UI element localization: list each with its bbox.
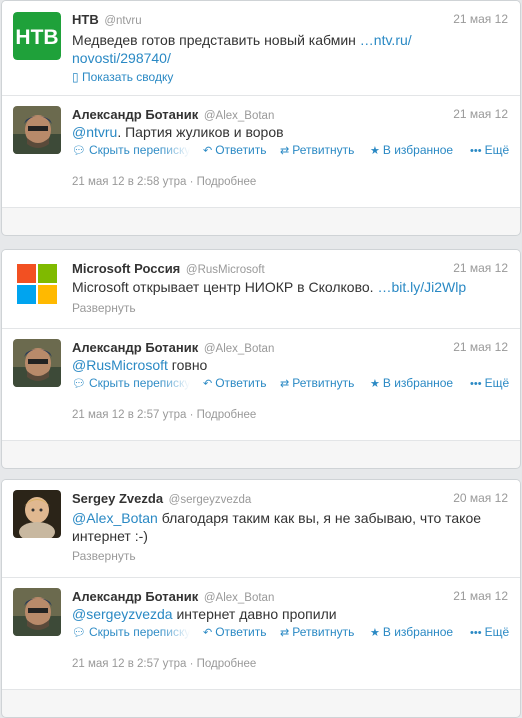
tweet-text: @Alex_Botan благодаря таким как вы, я не… <box>72 510 482 544</box>
more-dots-icon: ••• <box>470 378 482 390</box>
mention-link[interactable]: @sergeyzvezda <box>72 606 173 622</box>
timestamp-link[interactable]: 21 мая 12 в 2:57 утра <box>72 658 186 670</box>
more-button[interactable]: ••• Ещё <box>470 376 509 390</box>
tweet-timestamp: 21 мая 12 в 2:57 утра · Подробнее <box>72 658 257 670</box>
mention-link[interactable]: @ntvru <box>72 124 117 140</box>
conversation-ntv: НТВ НТВ @ntvru 21 мая 12 Медведев готов … <box>1 0 521 236</box>
retweet-button[interactable]: ⇄ Ретвитнуть <box>280 625 354 639</box>
retweet-button[interactable]: ⇄ Ретвитнуть <box>280 376 354 390</box>
author-name[interactable]: Александр Ботаник <box>72 340 198 355</box>
tweet-actions: 💬︎ Скрыть переписку ↶ Ответить ⇄ Ретвитнуть… <box>72 376 509 394</box>
details-link[interactable]: Подробнее <box>197 176 257 188</box>
mention-link[interactable]: @Alex_Botan <box>72 510 158 526</box>
more-dots-icon: ••• <box>470 627 482 639</box>
avatar-alex-botan[interactable] <box>13 339 61 387</box>
speech-bubble-icon: 💬︎ <box>72 145 86 157</box>
reply-arrow-icon: ↶ <box>203 145 213 157</box>
avatar-sergey-zvezda[interactable] <box>13 490 61 538</box>
tweet-ntv[interactable]: НТВ НТВ @ntvru 21 мая 12 Медведев готов … <box>2 1 520 96</box>
svg-text:НТВ: НТВ <box>15 26 58 49</box>
hide-conversation-button[interactable]: 💬︎ Скрыть переписку <box>72 143 190 157</box>
author-handle[interactable]: @Alex_Botan <box>204 110 275 122</box>
details-link[interactable]: Подробнее <box>197 658 257 670</box>
tweet-reply-microsoft[interactable]: Александр Ботаник @Alex_Botan 21 мая 12 … <box>2 329 520 441</box>
reply-button[interactable]: ↶ Ответить <box>203 143 267 157</box>
tweet-actions: 💬︎ Скрыть переписку ↶ Ответить ⇄ Ретвитнуть… <box>72 625 509 643</box>
hide-conversation-button[interactable]: 💬︎ Скрыть переписку <box>72 376 190 390</box>
show-summary-link[interactable]: ▯ Показать сводку <box>72 70 173 84</box>
tweet-text: @RusMicrosoft говно <box>72 357 208 373</box>
retweet-button[interactable]: ⇄ Ретвитнуть <box>280 143 354 157</box>
mention-link[interactable]: @RusMicrosoft <box>72 357 168 373</box>
tweet-date[interactable]: 20 мая 12 <box>453 491 508 505</box>
avatar-alex-botan[interactable] <box>13 588 61 636</box>
author-handle[interactable]: @Alex_Botan <box>204 592 275 604</box>
tweet-date[interactable]: 21 мая 12 <box>453 340 508 354</box>
ntv-logo-icon[interactable]: НТВ <box>13 12 61 60</box>
reply-arrow-icon: ↶ <box>203 378 213 390</box>
conversation-sergey: Sergey Zvezda @sergeyzvezda 20 мая 12 @A… <box>1 479 521 718</box>
reply-button[interactable]: ↶ Ответить <box>203 625 267 639</box>
tweet-date[interactable]: 21 мая 12 <box>453 107 508 121</box>
microsoft-logo-icon[interactable] <box>13 260 61 308</box>
tweet-text: @sergeyzvezda интернет давно пропили <box>72 606 337 622</box>
author-name[interactable]: Александр Ботаник <box>72 589 198 604</box>
star-icon: ★ <box>370 145 380 157</box>
speech-bubble-icon: 💬︎ <box>72 627 86 639</box>
expand-link[interactable]: Развернуть <box>72 301 136 315</box>
retweet-icon: ⇄ <box>280 145 290 157</box>
tweet-sergey[interactable]: Sergey Zvezda @sergeyzvezda 20 мая 12 @A… <box>2 480 520 578</box>
author-name[interactable]: Александр Ботаник <box>72 107 198 122</box>
tweet-date[interactable]: 21 мая 12 <box>453 589 508 603</box>
conversation-microsoft: Microsoft Россия @RusMicrosoft 21 мая 12… <box>1 249 521 469</box>
author-handle[interactable]: @Alex_Botan <box>204 343 275 355</box>
details-link[interactable]: Подробнее <box>197 409 257 421</box>
author-name[interactable]: Microsoft Россия <box>72 261 180 276</box>
tweet-text: @ntvru. Партия жуликов и воров <box>72 124 284 140</box>
tweet-reply-ntv[interactable]: Александр Ботаник @Alex_Botan 21 мая 12 … <box>2 96 520 208</box>
tweet-reply-sergey[interactable]: Александр Ботаник @Alex_Botan 21 мая 12 … <box>2 578 520 690</box>
favorite-button[interactable]: ★ В избранное <box>370 143 453 157</box>
timestamp-link[interactable]: 21 мая 12 в 2:58 утра <box>72 176 186 188</box>
expand-link[interactable]: Развернуть <box>72 549 136 563</box>
timestamp-link[interactable]: 21 мая 12 в 2:57 утра <box>72 409 186 421</box>
tweet-microsoft[interactable]: Microsoft Россия @RusMicrosoft 21 мая 12… <box>2 250 520 329</box>
tweet-date[interactable]: 21 мая 12 <box>453 12 508 26</box>
author-name[interactable]: НТВ <box>72 12 99 27</box>
author-handle[interactable]: @RusMicrosoft <box>186 264 265 276</box>
star-icon: ★ <box>370 378 380 390</box>
hide-conversation-button[interactable]: 💬︎ Скрыть переписку <box>72 625 190 639</box>
summary-icon: ▯ <box>72 70 79 84</box>
tweet-date[interactable]: 21 мая 12 <box>453 261 508 275</box>
reply-arrow-icon: ↶ <box>203 627 213 639</box>
star-icon: ★ <box>370 627 380 639</box>
tweet-actions: 💬︎ Скрыть переписку ↶ Ответить ⇄ Ретвитнуть… <box>72 143 509 161</box>
favorite-button[interactable]: ★ В избранное <box>370 376 453 390</box>
favorite-button[interactable]: ★ В избранное <box>370 625 453 639</box>
tweet-timestamp: 21 мая 12 в 2:58 утра · Подробнее <box>72 176 257 188</box>
tweet-timestamp: 21 мая 12 в 2:57 утра · Подробнее <box>72 409 257 421</box>
author-handle[interactable]: @ntvru <box>104 15 141 27</box>
tweet-text: Медведев готов представить новый кабмин … <box>72 32 412 66</box>
author-name[interactable]: Sergey Zvezda <box>72 491 163 506</box>
tweet-text: Microsoft открывает центр НИОКР в Сколко… <box>72 279 467 295</box>
author-handle[interactable]: @sergeyzvezda <box>169 494 252 506</box>
more-button[interactable]: ••• Ещё <box>470 143 509 157</box>
more-dots-icon: ••• <box>470 145 482 157</box>
retweet-icon: ⇄ <box>280 627 290 639</box>
retweet-icon: ⇄ <box>280 378 290 390</box>
reply-button[interactable]: ↶ Ответить <box>203 376 267 390</box>
avatar-alex-botan[interactable] <box>13 106 61 154</box>
more-button[interactable]: ••• Ещё <box>470 625 509 639</box>
speech-bubble-icon: 💬︎ <box>72 378 86 390</box>
tweet-link[interactable]: …bit.ly/Ji2Wlp <box>377 279 466 295</box>
